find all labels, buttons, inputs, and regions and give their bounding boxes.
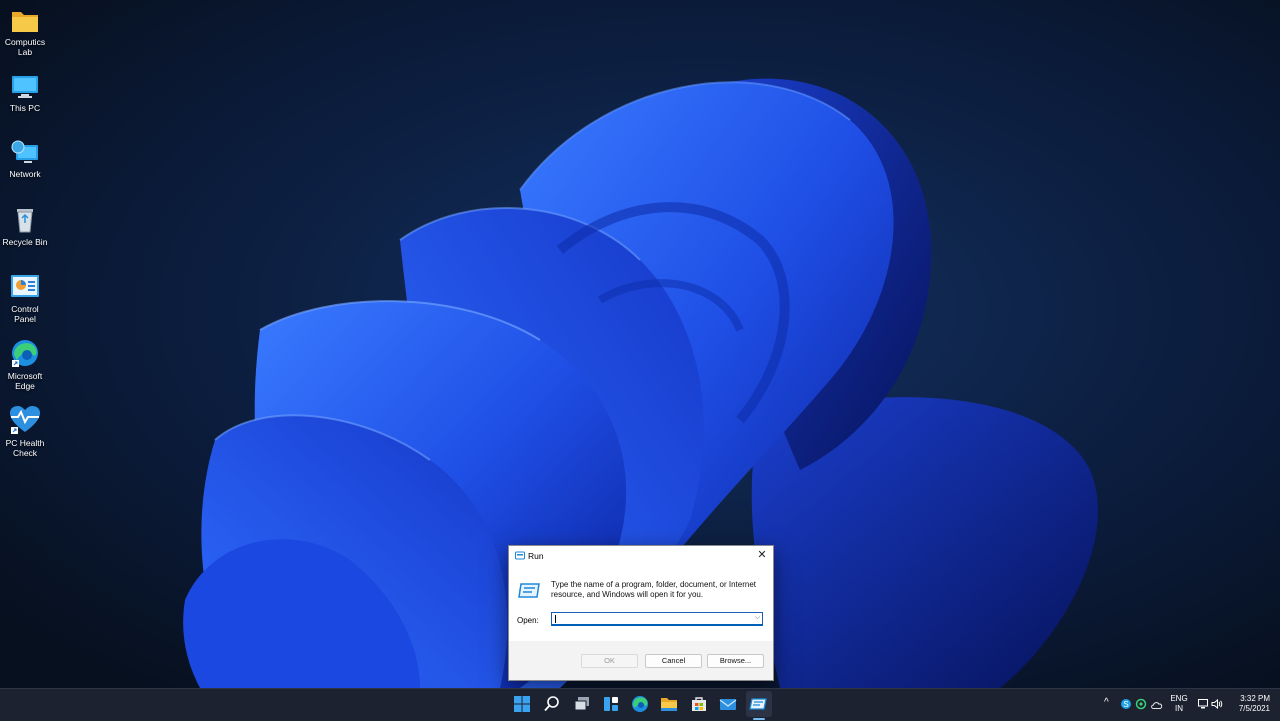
open-input[interactable] <box>552 613 744 624</box>
open-label: Open: <box>517 616 539 625</box>
desktop-icon-label: Computics Lab <box>4 37 46 57</box>
desktop-icon-microsoft-edge[interactable]: Microsoft Edge <box>0 338 50 391</box>
desktop-icon-recycle-bin[interactable]: Recycle Bin <box>0 206 50 247</box>
language-code: ENG <box>1170 694 1188 703</box>
run-titlebar[interactable]: Run ✕ <box>509 546 773 565</box>
close-icon: ✕ <box>757 549 767 561</box>
network-icon <box>11 140 38 163</box>
task-view-button[interactable] <box>573 695 593 715</box>
desktop-icon-control-panel[interactable]: Control Panel <box>0 273 50 324</box>
run-app-icon <box>518 583 540 598</box>
mail-icon <box>719 699 737 710</box>
monitor-icon <box>12 76 38 98</box>
taskbar-search-button[interactable] <box>543 695 563 715</box>
desktop-icon-network[interactable]: Network <box>0 140 50 179</box>
desktop-icon-label: Network <box>9 169 41 179</box>
skype-icon[interactable]: S <box>1120 698 1132 710</box>
control-panel-icon <box>11 275 39 297</box>
desktop-icon-label: Control Panel <box>11 304 39 324</box>
recycle-bin-icon <box>17 209 33 233</box>
clock-time: 3:32 PM <box>1240 694 1270 703</box>
search-icon <box>544 696 559 712</box>
onedrive-cloud-icon[interactable] <box>1151 699 1163 711</box>
network-status-icon[interactable] <box>1197 698 1209 710</box>
chevron-down-icon[interactable]: ⌵ <box>755 614 760 622</box>
input-language-indicator[interactable]: ENG IN <box>1170 694 1188 714</box>
desktop-icon-this-pc[interactable]: This PC <box>0 74 50 113</box>
run-description: Type the name of a program, folder, docu… <box>551 580 757 599</box>
edge-icon <box>12 340 38 367</box>
desktop-icon-computics-lab[interactable]: Computics Lab <box>0 8 50 57</box>
desktop-icon-label: PC Health Check <box>5 438 45 458</box>
show-hidden-icons-chevron-up-icon[interactable]: ^ <box>1104 697 1109 708</box>
dialog-title: Run <box>528 551 544 561</box>
task-view-icon <box>574 697 589 711</box>
file-explorer-icon <box>661 698 677 711</box>
region-code: IN <box>1175 704 1183 713</box>
widgets-button[interactable] <box>602 695 622 715</box>
sync-status-icon[interactable] <box>1135 698 1147 710</box>
desktop-icon-pc-health-check[interactable]: PC Health Check <box>0 405 50 458</box>
ok-button[interactable]: OK <box>581 654 638 668</box>
mail-button[interactable] <box>719 695 739 715</box>
cancel-button[interactable]: Cancel <box>645 654 702 668</box>
desktop-icon-label: Microsoft Edge <box>7 371 43 391</box>
taskbar-run-button[interactable] <box>749 695 769 720</box>
desktop-icon-label: Recycle Bin <box>2 237 48 247</box>
pc-health-check-icon <box>10 406 40 434</box>
folder-icon <box>12 12 38 32</box>
taskbar-edge-button[interactable] <box>631 695 651 715</box>
run-icon <box>515 551 525 560</box>
text-caret <box>555 615 556 623</box>
svg-text:S: S <box>1123 700 1128 709</box>
volume-icon[interactable] <box>1211 698 1223 710</box>
microsoft-store-button[interactable] <box>690 695 710 715</box>
clock[interactable]: 3:32 PM 7/5/2021 <box>1228 694 1270 714</box>
store-icon <box>692 697 706 711</box>
desktop-icon-label: This PC <box>9 103 41 113</box>
run-dialog-body: Type the name of a program, folder, docu… <box>509 565 773 641</box>
close-button[interactable]: ✕ <box>755 548 769 562</box>
browse-button[interactable]: Browse... <box>707 654 764 668</box>
widgets-icon <box>604 697 618 711</box>
run-icon <box>749 698 767 710</box>
edge-icon <box>632 696 648 712</box>
start-icon <box>514 696 530 712</box>
open-combobox[interactable]: ⌵ <box>551 612 763 626</box>
run-dialog: Run ✕ Type the name of a program, folder… <box>508 545 774 681</box>
file-explorer-button[interactable] <box>660 695 680 715</box>
start-button[interactable] <box>513 695 533 715</box>
clock-date: 7/5/2021 <box>1238 704 1270 713</box>
